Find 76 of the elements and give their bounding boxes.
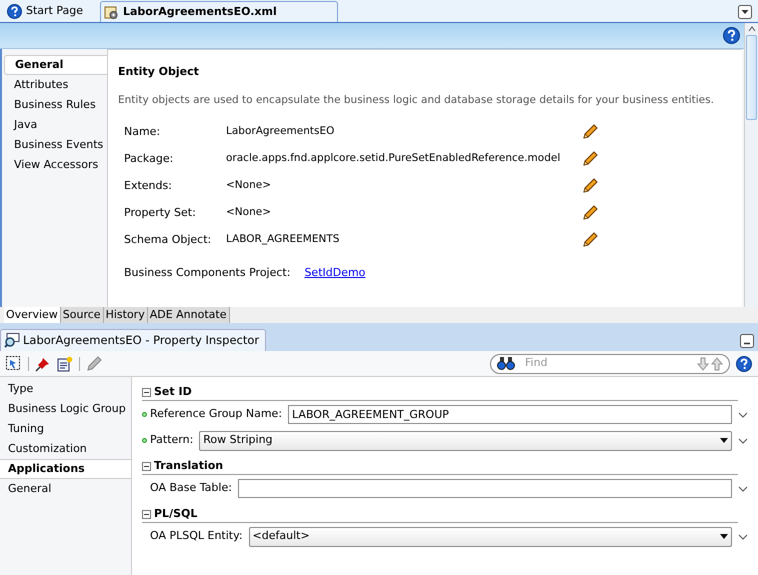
file-gear-icon	[104, 4, 119, 20]
find-box[interactable]: Find	[490, 354, 730, 374]
inspector-nav-item[interactable]: Customization	[0, 439, 131, 459]
bottom-tab[interactable]: Overview	[4, 307, 61, 323]
inspector-nav-item[interactable]: Applications	[0, 459, 131, 479]
bottom-tab[interactable]: History	[104, 307, 148, 323]
dropdown-arrow-icon	[720, 534, 728, 540]
help-icon[interactable]	[7, 4, 22, 19]
select-icon[interactable]	[6, 356, 22, 372]
collapse-icon[interactable]	[142, 388, 151, 397]
down-arrow-icon[interactable]	[697, 356, 709, 370]
field-value: LABOR_AGREEMENTS	[226, 232, 340, 247]
field-label: Property Set:	[124, 204, 197, 220]
property-label: Pattern:	[150, 432, 194, 448]
pencil-icon[interactable]	[582, 124, 598, 140]
property-field[interactable]: LABOR_AGREEMENT_GROUP	[288, 405, 732, 424]
dropdown-arrow-icon	[720, 438, 728, 444]
field-label: Schema Object:	[124, 232, 212, 248]
panel-tab[interactable]: LaborAgreementsEO - Property Inspector	[0, 329, 266, 351]
collapse-icon[interactable]	[142, 510, 151, 519]
nav-item[interactable]: General	[4, 55, 107, 75]
field-value: <None>	[226, 178, 272, 193]
property-dropdown[interactable]: Row Striping	[199, 430, 732, 450]
project-link[interactable]: SetIdDemo	[304, 265, 366, 282]
pencil-icon[interactable]	[582, 204, 598, 221]
bottom-tab[interactable]: Source	[60, 307, 104, 323]
inspector-nav-item[interactable]: Type	[0, 379, 131, 399]
field-label: Name:	[124, 124, 162, 140]
field-value: <None>	[226, 204, 272, 220]
property-label: OA PLSQL Entity:	[150, 528, 243, 544]
pencil-icon[interactable]	[582, 232, 598, 248]
find-field[interactable]: Find	[525, 355, 687, 372]
help-icon[interactable]	[723, 27, 740, 44]
magnifier-icon	[4, 333, 20, 348]
section-title: Translation	[154, 458, 224, 474]
binoculars-icon	[497, 357, 515, 370]
section-title: Set ID	[154, 384, 192, 400]
inspector-nav-item[interactable]: Business Logic Group	[0, 399, 131, 419]
dropdown-icon[interactable]	[738, 5, 752, 19]
nav-item[interactable]: Business Rules	[4, 95, 107, 115]
field-value: LaborAgreementsEO	[226, 124, 336, 139]
nav-item[interactable]: Business Events	[4, 135, 107, 155]
field-value: oracle.apps.fnd.applcore.setid.PureSetEnabledReference.model	[226, 150, 562, 166]
field-label: Package:	[124, 150, 174, 166]
chevron-down-icon[interactable]	[738, 484, 748, 492]
field-label: Business Components Project:	[124, 265, 290, 282]
inspector-nav-item[interactable]: General	[0, 479, 131, 499]
property-dropdown[interactable]: <default>	[248, 526, 732, 546]
minimize-icon[interactable]	[740, 334, 754, 348]
field-label: Extends:	[124, 178, 173, 194]
chevron-down-icon[interactable]	[738, 436, 748, 444]
editor-tab[interactable]: Start Page	[4, 1, 98, 22]
property-label: Reference Group Name:	[150, 406, 282, 422]
nav-item[interactable]: View Accessors	[4, 155, 107, 175]
pin-icon[interactable]	[35, 356, 51, 372]
nav-item[interactable]: Java	[4, 115, 107, 135]
editor-tab[interactable]: LaborAgreementsEO.xml	[100, 1, 338, 22]
edit-document-icon[interactable]	[57, 356, 73, 372]
pencil-icon[interactable]	[582, 150, 598, 167]
section-heading: Entity Object	[118, 64, 200, 80]
bottom-tab[interactable]: ADE Annotate	[148, 307, 230, 323]
collapse-icon[interactable]	[142, 462, 151, 471]
scroll-thumb[interactable]	[746, 35, 757, 120]
help-icon[interactable]	[736, 356, 752, 372]
up-arrow-icon[interactable]	[711, 356, 723, 370]
pencil-icon[interactable]	[582, 178, 598, 194]
property-label: OA Base Table:	[150, 480, 232, 496]
inspector-nav-item[interactable]: Tuning	[0, 419, 131, 439]
chevron-down-icon[interactable]	[738, 532, 748, 540]
scrollbar[interactable]	[744, 23, 758, 307]
property-field[interactable]	[238, 479, 732, 498]
scroll-up-icon[interactable]	[748, 26, 756, 32]
nav-item[interactable]: Attributes	[4, 75, 107, 95]
section-title: PL/SQL	[154, 506, 198, 522]
chevron-down-icon[interactable]	[738, 410, 748, 418]
description: Entity objects are used to encapsulate the business logic and database storage details for your business entities.	[118, 92, 715, 108]
